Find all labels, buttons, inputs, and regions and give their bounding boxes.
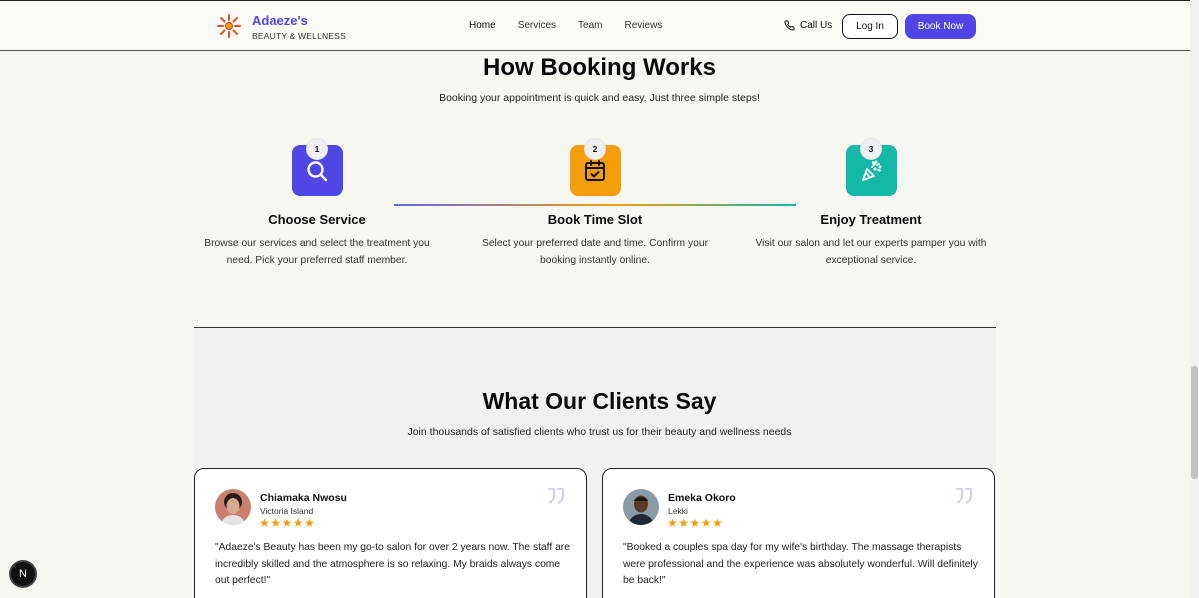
step-book-time-slot: 2 Book Time Slot Select your preferred d… [465,139,725,269]
step-icon-box: 3 [845,139,897,196]
call-us-link[interactable]: Call Us [784,20,832,31]
testimonial-card: Chiamaka Nwosu Victoria Island ★★★★★ "Ad… [194,468,587,598]
scrollbar-thumb[interactable] [1191,366,1198,479]
testimonials-title: What Our Clients Say [482,388,717,414]
dev-tools-badge[interactable]: N [11,562,35,586]
login-button[interactable]: Log In [842,14,898,39]
step-enjoy-treatment: 3 Enjoy Treatment Visit our salon and le… [741,139,1001,269]
book-now-button[interactable]: Book Now [905,14,976,39]
quote-icon [548,488,564,504]
avatar [623,489,659,525]
calendar-check-icon [585,159,605,181]
testimonial-text: "Adaeze's Beauty has been my go-to salon… [215,542,570,586]
sun-flower-logo-icon [217,14,241,38]
search-icon [307,160,328,181]
step-icon-box: 1 [291,139,343,196]
step-title: Enjoy Treatment [820,212,922,227]
brand-name: Adaeze's [252,13,308,28]
site-header: Adaeze's BEAUTY & WELLNESS Home Services… [0,0,1199,51]
avatar [215,489,251,525]
step-description: Browse our services and select the treat… [204,238,430,266]
call-us-label: Call Us [800,20,833,31]
testimonials-subtitle: Join thousands of satisfied clients who … [407,426,792,438]
step-number: 3 [861,139,881,159]
client-name: Emeka Okoro [668,492,736,504]
client-location: Victoria Island [260,506,314,516]
testimonial-text: "Booked a couples spa day for my wife's … [623,542,978,586]
brand-tagline: BEAUTY & WELLNESS [252,31,346,41]
step-number: 2 [585,139,605,159]
star-rating: ★★★★★ [259,516,316,530]
main-nav: Home Services Team Reviews [469,20,684,31]
client-location: Lekki [668,506,688,516]
phone-icon [784,20,795,31]
booking-title: How Booking Works [483,54,716,81]
booking-subtitle: Booking your appointment is quick and ea… [439,92,760,104]
party-popper-icon [862,160,882,181]
step-title: Book Time Slot [547,212,643,227]
nav-reviews[interactable]: Reviews [625,20,663,31]
nav-services[interactable]: Services [518,20,556,31]
step-description: Select your preferred date and time. Con… [481,238,709,266]
step-title: Choose Service [268,212,366,227]
testimonial-card: Emeka Okoro Lekki ★★★★★ "Booked a couple… [602,468,995,598]
brand-logo[interactable]: Adaeze's BEAUTY & WELLNESS [216,13,346,41]
page-scrollbar[interactable] [1190,0,1199,598]
step-choose-service: 1 Choose Service Browse our services and… [187,139,447,269]
nav-home[interactable]: Home [469,20,496,31]
client-name: Chiamaka Nwosu [260,492,347,504]
step-icon-box: 2 [569,139,621,196]
nav-team[interactable]: Team [578,20,602,31]
step-description: Visit our salon and let our experts pamp… [755,238,987,266]
step-number: 1 [307,139,327,159]
quote-icon [956,488,972,504]
star-rating: ★★★★★ [667,516,724,530]
